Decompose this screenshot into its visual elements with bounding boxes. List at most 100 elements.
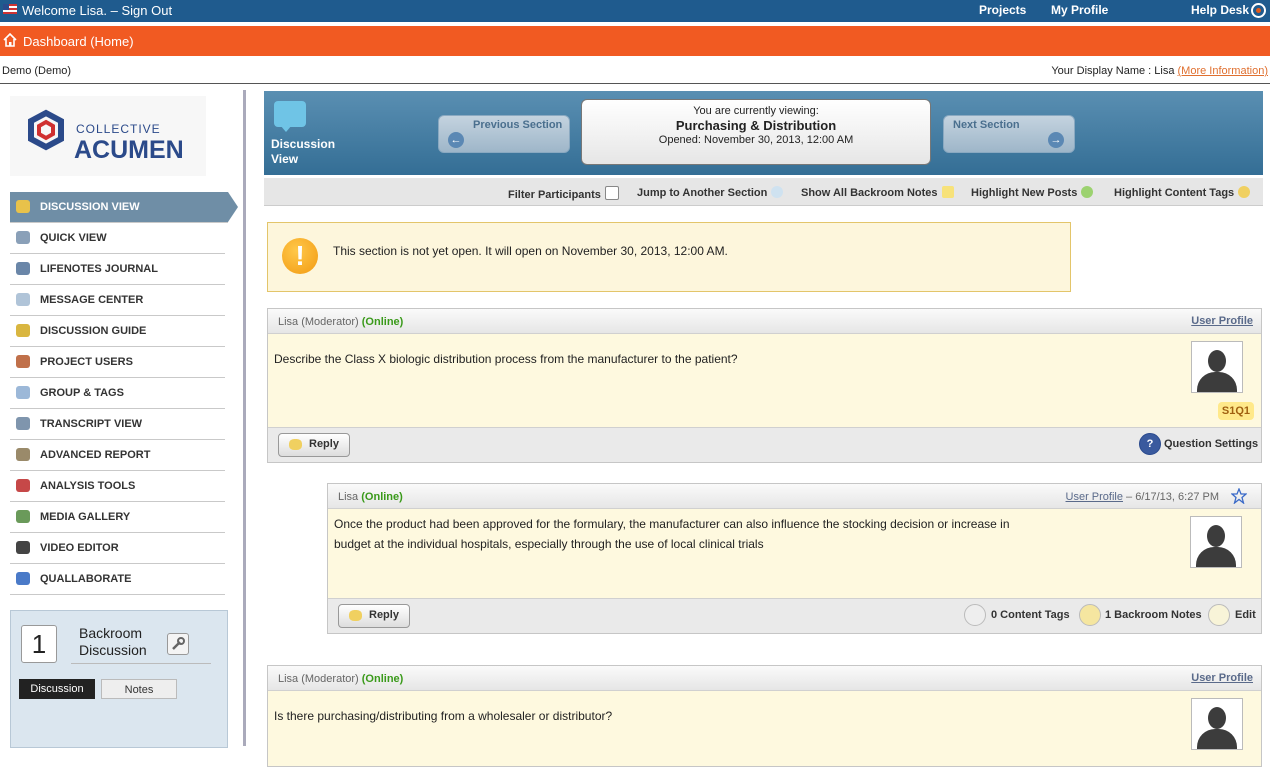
highlight-posts-icon xyxy=(1081,186,1094,198)
question-settings-icon[interactable]: ? xyxy=(1139,433,1161,455)
discussion-view-label-line2: View xyxy=(271,152,299,166)
lifebuoy-icon[interactable] xyxy=(1251,3,1266,18)
backroom-notes-link[interactable]: 1 Backroom Notes xyxy=(1105,609,1202,621)
highlight-new-posts-button[interactable]: Highlight New Posts xyxy=(971,186,1094,199)
tab-backroom-discussion[interactable]: Discussion xyxy=(19,679,95,699)
pencil-icon xyxy=(16,572,30,585)
reply-button[interactable]: Reply xyxy=(338,604,410,628)
currently-viewing-label: You are currently viewing: xyxy=(693,105,819,117)
edit-icon[interactable] xyxy=(1208,604,1230,626)
section-opened-date: Opened: November 30, 2013, 12:00 AM xyxy=(658,134,854,146)
content-tags-icon[interactable] xyxy=(964,604,986,626)
dashboard-home-link[interactable]: Dashboard (Home) xyxy=(23,34,134,49)
backroom-title-line1: Backroom xyxy=(79,625,143,641)
sidebar-item-discussion-view[interactable]: DISCUSSION VIEW xyxy=(10,192,238,223)
avatar xyxy=(1190,516,1242,568)
display-name-text: Your Display Name : Lisa xyxy=(1051,65,1178,77)
sidebar-item-label: GROUP & TAGS xyxy=(40,387,124,399)
post-body: Once the product had been approved for t… xyxy=(328,509,1261,598)
sidebar-item-label: DISCUSSION GUIDE xyxy=(40,325,147,337)
filter-participants-label: Filter Participants xyxy=(508,189,601,201)
wrench-icon[interactable] xyxy=(167,633,189,655)
previous-section-button[interactable]: ← Previous Section xyxy=(438,115,570,153)
search-icon xyxy=(16,417,30,430)
top-bar: Welcome Lisa. – Sign Out Projects My Pro… xyxy=(0,0,1270,22)
user-profile-link[interactable]: User Profile xyxy=(1066,491,1123,503)
welcome-sign-out-link[interactable]: Welcome Lisa. – Sign Out xyxy=(22,3,172,18)
previous-section-label: Previous Section xyxy=(473,119,563,131)
jump-to-section-button[interactable]: Jump to Another Section xyxy=(637,186,784,199)
sidebar-item-label: ADVANCED REPORT xyxy=(40,449,151,461)
user-profile-link[interactable]: User Profile xyxy=(1191,672,1253,684)
speech-bubble-icon xyxy=(771,186,784,198)
sidebar-item-lifenotes-journal[interactable]: LIFENOTES JOURNAL xyxy=(10,254,225,285)
section-header: Discussion View ← Previous Section You a… xyxy=(264,91,1263,175)
sidebar-item-project-users[interactable]: PROJECT USERS xyxy=(10,347,225,378)
star-icon[interactable] xyxy=(1231,488,1247,504)
sidebar-item-video-editor[interactable]: VIDEO EDITOR xyxy=(10,533,225,564)
projects-link[interactable]: Projects xyxy=(979,3,1026,17)
post-body: Describe the Class X biologic distributi… xyxy=(268,334,1261,427)
sidebar-item-message-center[interactable]: MESSAGE CENTER xyxy=(10,285,225,316)
more-information-link[interactable]: (More Information) xyxy=(1178,65,1268,77)
post-timestamp: – 6/17/13, 6:27 PM xyxy=(1122,491,1219,503)
highlight-content-tags-label: Highlight Content Tags xyxy=(1114,187,1235,199)
gallery-icon xyxy=(16,510,30,523)
question-tag-badge[interactable]: S1Q1 xyxy=(1218,402,1254,420)
sidebar-divider xyxy=(243,90,246,746)
highlight-content-tags-button[interactable]: Highlight Content Tags xyxy=(1114,186,1251,199)
sidebar-item-analysis-tools[interactable]: ANALYSIS TOOLS xyxy=(10,471,225,502)
next-section-button[interactable]: Next Section → xyxy=(943,115,1075,153)
info-bar: Demo (Demo) Your Display Name : Lisa (Mo… xyxy=(0,56,1270,84)
post-author: Lisa (Online) xyxy=(338,491,403,503)
sidebar-item-advanced-report[interactable]: ADVANCED REPORT xyxy=(10,440,225,471)
sidebar-item-quick-view[interactable]: QUICK VIEW xyxy=(10,223,225,254)
post-meta: User Profile – 6/17/13, 6:27 PM xyxy=(1066,491,1219,503)
sidebar-item-group-tags[interactable]: GROUP & TAGS xyxy=(10,378,225,409)
my-profile-link[interactable]: My Profile xyxy=(1051,3,1108,17)
warning-icon: ! xyxy=(282,238,318,274)
sidebar-item-transcript-view[interactable]: TRANSCRIPT VIEW xyxy=(10,409,225,440)
sidebar-item-label: QUALLABORATE xyxy=(40,573,132,585)
help-desk-link[interactable]: Help Desk xyxy=(1191,3,1249,17)
post-header: Lisa (Online) User Profile – 6/17/13, 6:… xyxy=(328,484,1261,509)
filter-participants-button[interactable]: Filter Participants xyxy=(508,186,619,201)
sidebar-item-discussion-guide[interactable]: DISCUSSION GUIDE xyxy=(10,316,225,347)
user-profile-link[interactable]: User Profile xyxy=(1191,315,1253,327)
sidebar-menu: DISCUSSION VIEW QUICK VIEW LIFENOTES JOURN… xyxy=(10,192,238,595)
sidebar-item-quallaborate[interactable]: QUALLABORATE xyxy=(10,564,225,595)
backroom-title-line2: Discussion xyxy=(79,642,147,658)
backroom-separator xyxy=(71,663,211,664)
arrow-left-icon: ← xyxy=(448,132,464,148)
backroom-notes-icon[interactable] xyxy=(1079,604,1101,626)
home-icon[interactable] xyxy=(3,33,17,47)
reply-button[interactable]: Reply xyxy=(278,433,350,457)
post-header: Lisa (Moderator) (Online) User Profile xyxy=(268,666,1261,691)
sidebar: COLLECTIVE ACUMEN DISCUSSION VIEW QUICK V… xyxy=(0,90,246,748)
post-author-name: Lisa (Moderator) xyxy=(278,316,362,328)
discussion-toolbar: Filter Participants Jump to Another Sect… xyxy=(264,178,1263,206)
online-status: (Online) xyxy=(361,316,404,328)
note-icon xyxy=(941,186,954,198)
post-text-line2: budget at the individual hospitals, espe… xyxy=(334,537,764,551)
magnifier-icon xyxy=(16,231,30,244)
svg-text:ACUMEN: ACUMEN xyxy=(74,136,184,164)
content-tags-link[interactable]: 0 Content Tags xyxy=(991,609,1070,621)
display-name: Your Display Name : Lisa (More Informati… xyxy=(1051,65,1268,77)
video-icon xyxy=(16,541,30,554)
tab-backroom-notes[interactable]: Notes xyxy=(101,679,177,699)
discussion-view-label: Discussion View xyxy=(271,137,335,167)
question-settings-link[interactable]: Question Settings xyxy=(1164,438,1258,450)
post-text: Describe the Class X biologic distributi… xyxy=(274,352,738,366)
reply-post: Lisa (Online) User Profile – 6/17/13, 6:… xyxy=(327,483,1262,634)
post-text-line1: Once the product had been approved for t… xyxy=(334,517,1010,531)
post-text: Is there purchasing/distributing from a … xyxy=(274,709,613,723)
show-backroom-notes-button[interactable]: Show All Backroom Notes xyxy=(801,186,954,199)
reply-label: Reply xyxy=(369,609,399,621)
collective-acumen-logo: COLLECTIVE ACUMEN xyxy=(10,96,206,176)
sidebar-item-media-gallery[interactable]: MEDIA GALLERY xyxy=(10,502,225,533)
post-author: Lisa (Moderator) (Online) xyxy=(278,673,403,685)
sidebar-item-label: VIDEO EDITOR xyxy=(40,542,119,554)
envelope-icon xyxy=(16,293,30,306)
edit-link[interactable]: Edit xyxy=(1235,609,1256,621)
